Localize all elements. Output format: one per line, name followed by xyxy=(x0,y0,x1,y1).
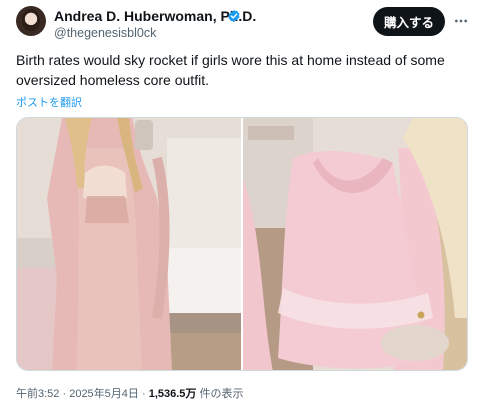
views-label: 件の表示 xyxy=(196,388,244,400)
author-display-name[interactable]: Andrea D. Huberwoman, Ph.D. xyxy=(54,8,256,24)
tweet-text: Birth rates would sky rocket if girls wo… xyxy=(16,52,445,88)
post-time[interactable]: 午前3:52 xyxy=(16,388,59,400)
meta-separator: · xyxy=(59,388,70,400)
photo-1[interactable] xyxy=(17,118,241,370)
photo-2-image xyxy=(243,118,467,370)
photo-1-image xyxy=(17,118,241,370)
meta-separator: · xyxy=(138,388,149,400)
verified-badge-icon xyxy=(228,9,240,23)
author-handle[interactable]: @thegenesisbl0ck xyxy=(54,26,156,40)
subscribe-button[interactable]: 購入する xyxy=(373,7,445,36)
post-date[interactable]: 2025年5月4日 xyxy=(69,388,139,400)
media-grid xyxy=(16,117,468,371)
more-horizontal-icon[interactable] xyxy=(453,13,469,29)
views-count: 1,536.5万 xyxy=(148,388,197,400)
tweet-header: Andrea D. Huberwoman, Ph.D. @thegenesisb… xyxy=(16,6,471,42)
avatar[interactable] xyxy=(16,6,46,36)
photo-2[interactable] xyxy=(243,118,467,370)
tweet-meta: 午前3:52 · 2025年5月4日 · 1,536.5万 件の表示 xyxy=(16,385,243,401)
translate-post-link[interactable]: ポストを翻訳 xyxy=(16,94,82,110)
